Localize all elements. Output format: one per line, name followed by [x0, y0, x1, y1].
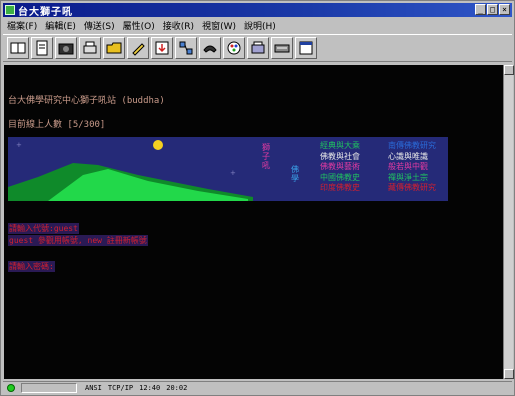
print-screen-button[interactable]	[79, 37, 101, 59]
board-item[interactable]: 佛教與藝術	[320, 162, 360, 173]
login-prompt[interactable]: 請輸入代號:guest	[8, 223, 79, 234]
menu-bar: 檔案(F) 編輯(E) 傳送(S) 屬性(O) 接收(R) 視窗(W) 說明(H…	[3, 18, 512, 32]
menu-help[interactable]: 說明(H)	[244, 19, 276, 32]
keyboard-icon	[274, 44, 290, 53]
download-button[interactable]	[151, 37, 173, 59]
clock: 20:02	[166, 384, 188, 392]
title-bar[interactable]: 台大獅子吼 _ □ ×	[3, 3, 512, 18]
window-controls: _ □ ×	[475, 4, 510, 15]
window-title: 台大獅子吼	[18, 6, 73, 18]
window-button[interactable]	[295, 37, 317, 59]
emulation-status: ANSI	[85, 384, 102, 392]
minimize-button[interactable]: _	[475, 4, 486, 15]
menu-receive[interactable]: 接收(R)	[163, 19, 194, 32]
menu-options[interactable]: 屬性(O)	[123, 19, 155, 32]
palette-icon	[227, 41, 241, 55]
banner-board-list-2: 南傳佛教研究 心識與唯識 般若與中觀 禪與淨土宗 藏傳佛教研究	[388, 141, 436, 194]
print-icon	[83, 41, 97, 54]
scroll-up-arrow-icon[interactable]	[504, 65, 514, 75]
board-item[interactable]: 經典與大乘	[320, 141, 360, 152]
menu-window[interactable]: 視窗(W)	[202, 19, 236, 32]
board-item[interactable]: 印度佛教史	[320, 183, 360, 194]
ansi-banner: + + 獅子吼 佛學 經典與大乘 佛教與社會 佛教與藝術 中國佛教史 印度佛教史…	[8, 137, 448, 201]
open-folder-button[interactable]	[103, 37, 125, 59]
status-cell	[21, 383, 77, 393]
download-icon	[155, 41, 169, 55]
svg-text:+: +	[16, 141, 22, 149]
landscape-art: + +	[8, 140, 253, 201]
network-button[interactable]	[175, 37, 197, 59]
banner-board-list-1: 經典與大乘 佛教與社會 佛教與藝術 中國佛教史 印度佛教史	[320, 141, 360, 194]
menu-file[interactable]: 檔案(F)	[7, 19, 37, 32]
banner-vertical-left: 獅子吼	[262, 143, 270, 170]
board-item[interactable]: 禪與淨土宗	[388, 173, 436, 184]
board-item[interactable]: 佛教與社會	[320, 152, 360, 163]
welcome-message: 台大佛學研究中心獅子吼站 (buddha)	[8, 96, 165, 106]
keyboard-button[interactable]	[271, 37, 293, 59]
board-item[interactable]: 中國佛教史	[320, 173, 360, 184]
printer-button[interactable]	[247, 37, 269, 59]
edit-button[interactable]	[127, 37, 149, 59]
capture-button[interactable]	[55, 37, 77, 59]
toolbar	[3, 34, 512, 62]
pencil-icon	[132, 43, 145, 56]
status-bar: ANSI TCP/IP 12:40 20:02	[3, 381, 512, 394]
cursor-position: 12:40	[139, 384, 161, 392]
menu-send[interactable]: 傳送(S)	[84, 19, 115, 32]
new-document-button[interactable]	[31, 37, 53, 59]
menu-edit[interactable]: 編輯(E)	[45, 19, 76, 32]
password-prompt[interactable]: 請輸入密碼:	[8, 261, 55, 272]
color-button[interactable]	[223, 37, 245, 59]
document-icon	[36, 40, 48, 56]
network-icon	[179, 41, 193, 55]
board-item[interactable]: 南傳佛教研究	[388, 141, 436, 152]
connection-led-icon	[7, 384, 15, 392]
login-hint: guest 參觀用帳號, new 註冊新帳號	[8, 235, 148, 246]
phone-icon	[203, 45, 217, 53]
connection-status: TCP/IP	[107, 384, 134, 392]
close-button[interactable]: ×	[499, 4, 510, 15]
board-item[interactable]: 藏傳佛教研究	[388, 183, 436, 194]
scroll-down-arrow-icon[interactable]	[504, 369, 514, 379]
vertical-scrollbar[interactable]	[503, 65, 514, 379]
terminal-screen[interactable]: 台大佛學研究中心獅子吼站 (buddha) 目前線上人數 [5/300] + +…	[4, 65, 503, 379]
app-window: 台大獅子吼 _ □ × 檔案(F) 編輯(E) 傳送(S) 屬性(O) 接收(R…	[0, 0, 515, 396]
dial-button[interactable]	[199, 37, 221, 59]
banner-vertical-right: 佛學	[291, 165, 299, 183]
connect-icon	[10, 42, 26, 54]
app-icon	[5, 5, 15, 15]
printer-icon	[251, 41, 265, 54]
camera-icon	[58, 43, 74, 55]
moon-icon	[153, 140, 163, 150]
folder-icon	[106, 42, 122, 54]
window-icon	[299, 41, 313, 55]
connect-button[interactable]	[7, 37, 29, 59]
maximize-button[interactable]: □	[487, 4, 498, 15]
board-item[interactable]: 般若與中觀	[388, 162, 436, 173]
board-item[interactable]: 心識與唯識	[388, 152, 436, 163]
svg-text:+: +	[230, 169, 236, 177]
online-count: 目前線上人數 [5/300]	[8, 120, 106, 130]
